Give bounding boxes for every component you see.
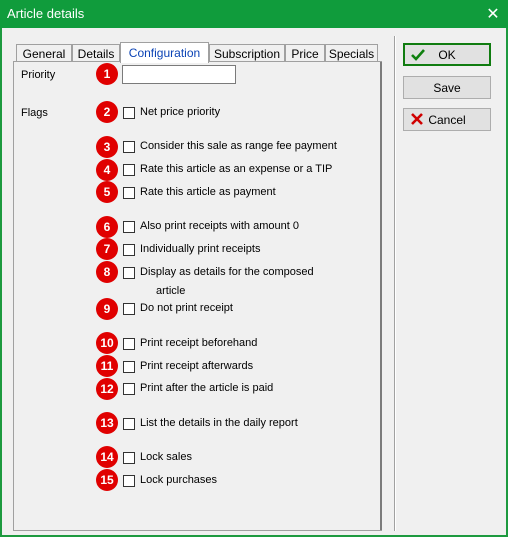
marker-badge: 14 bbox=[96, 446, 118, 468]
checkbox-label: Net price priority bbox=[140, 106, 221, 118]
save-button-label: Save bbox=[433, 80, 461, 95]
close-icon[interactable]: ✕ bbox=[478, 0, 508, 28]
flags-label: Flags bbox=[21, 107, 48, 119]
checkbox-label: Lock sales bbox=[140, 451, 192, 463]
lock-purchases-checkbox[interactable] bbox=[123, 475, 135, 487]
tab-details[interactable]: Details bbox=[72, 44, 120, 62]
marker-badge: 9 bbox=[96, 298, 118, 320]
marker-badge: 15 bbox=[96, 469, 118, 491]
marker-badge: 11 bbox=[96, 355, 118, 377]
priority-input[interactable] bbox=[122, 65, 236, 84]
checkbox-label: Rate this article as payment bbox=[140, 186, 276, 198]
checkbox-label: Print receipt beforehand bbox=[140, 337, 258, 349]
save-button[interactable]: Save bbox=[403, 76, 491, 99]
checkbox-label: Individually print receipts bbox=[140, 243, 261, 255]
priority-label: Priority bbox=[21, 69, 56, 81]
marker-badge: 6 bbox=[96, 216, 118, 238]
lock-sales-checkbox[interactable] bbox=[123, 452, 135, 464]
checkbox-label: Also print receipts with amount 0 bbox=[140, 220, 299, 232]
individually-print-checkbox[interactable] bbox=[123, 244, 135, 256]
cancel-x-icon bbox=[411, 113, 423, 125]
cancel-button[interactable]: Cancel bbox=[403, 108, 491, 131]
marker-badge: 3 bbox=[96, 136, 118, 158]
daily-report-checkbox[interactable] bbox=[123, 418, 135, 430]
marker-badge: 12 bbox=[96, 378, 118, 400]
print-amount-zero-checkbox[interactable] bbox=[123, 221, 135, 233]
title-bar[interactable]: Article details ✕ bbox=[0, 0, 508, 28]
marker-badge: 7 bbox=[96, 238, 118, 260]
cancel-button-label: Cancel bbox=[428, 112, 466, 127]
window-title: Article details bbox=[7, 6, 85, 21]
tab-subscription[interactable]: Subscription bbox=[209, 44, 285, 62]
tab-specials[interactable]: Specials bbox=[325, 44, 378, 62]
range-fee-payment-checkbox[interactable] bbox=[123, 141, 135, 153]
dialog-body: General Details Configuration Subscripti… bbox=[2, 28, 506, 535]
net-price-priority-checkbox[interactable] bbox=[123, 107, 135, 119]
do-not-print-checkbox[interactable] bbox=[123, 303, 135, 315]
configuration-panel bbox=[13, 61, 382, 531]
marker-badge: 1 bbox=[96, 63, 118, 85]
rate-as-payment-checkbox[interactable] bbox=[123, 187, 135, 199]
marker-badge: 13 bbox=[96, 412, 118, 434]
tab-configuration[interactable]: Configuration bbox=[120, 42, 209, 63]
tab-general[interactable]: General bbox=[16, 44, 72, 62]
display-as-details-checkbox[interactable] bbox=[123, 267, 135, 279]
checkbox-label: Lock purchases bbox=[140, 474, 218, 486]
print-after-paid-checkbox[interactable] bbox=[123, 383, 135, 395]
marker-badge: 8 bbox=[96, 261, 118, 283]
marker-badge: 5 bbox=[96, 181, 118, 203]
checkbox-label: Display as details for the composed bbox=[140, 266, 314, 278]
marker-badge: 4 bbox=[96, 159, 118, 181]
checkbox-label: Print receipt afterwards bbox=[140, 360, 254, 372]
print-beforehand-checkbox[interactable] bbox=[123, 338, 135, 350]
checkbox-label: Rate this article as an expense or a TIP bbox=[140, 163, 333, 175]
print-afterwards-checkbox[interactable] bbox=[123, 361, 135, 373]
tab-price[interactable]: Price bbox=[285, 44, 325, 62]
ok-button-label: OK bbox=[438, 47, 456, 62]
checkbox-label: Do not print receipt bbox=[140, 302, 233, 314]
checkbox-label: Consider this sale as range fee payment bbox=[140, 140, 337, 152]
vertical-divider bbox=[394, 36, 396, 531]
expense-or-tip-checkbox[interactable] bbox=[123, 164, 135, 176]
marker-badge: 10 bbox=[96, 332, 118, 354]
checkbox-label-continued: article bbox=[156, 285, 186, 297]
marker-badge: 2 bbox=[96, 101, 118, 123]
article-details-window: Article details ✕ General Details Config… bbox=[0, 0, 508, 537]
check-icon bbox=[411, 49, 425, 61]
checkbox-label: Print after the article is paid bbox=[140, 382, 274, 394]
checkbox-label: List the details in the daily report bbox=[140, 417, 298, 429]
ok-button[interactable]: OK bbox=[403, 43, 491, 66]
